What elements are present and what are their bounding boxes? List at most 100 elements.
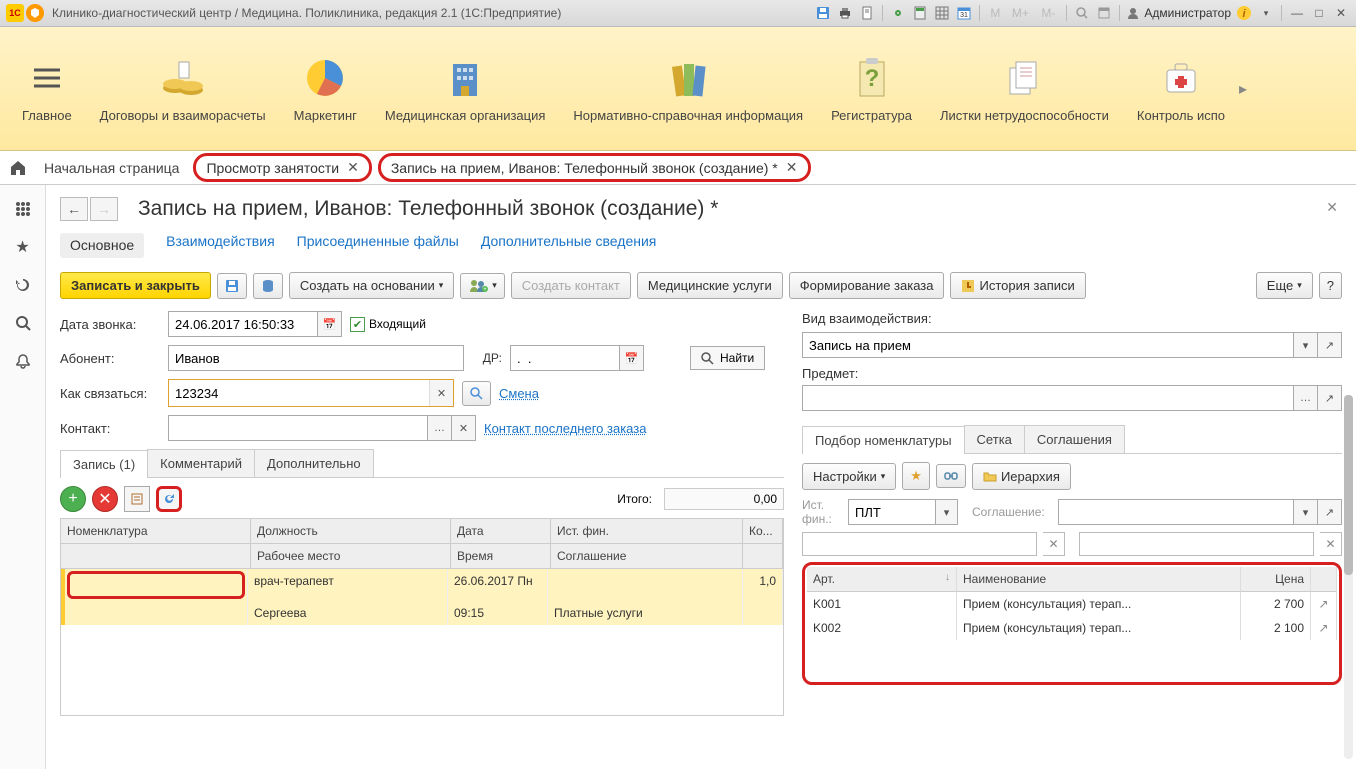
nom-row[interactable]: K002 Прием (консультация) терап... 2 100… <box>807 616 1337 640</box>
open-icon[interactable]: ↗ <box>1318 385 1342 411</box>
link-icon[interactable] <box>889 4 907 22</box>
hdr-price[interactable]: Цена <box>1241 567 1311 592</box>
save-close-button[interactable]: Записать и закрыть <box>60 272 211 299</box>
subject-input[interactable] <box>802 385 1294 411</box>
clear-icon[interactable]: ✕ <box>1320 532 1342 556</box>
open-icon[interactable]: ↗ <box>1318 332 1342 358</box>
settings-button[interactable]: Настройки▾ <box>802 463 896 490</box>
create-based-button[interactable]: Создать на основании▾ <box>289 272 454 299</box>
lastorder-link[interactable]: Контакт последнего заказа <box>484 421 646 436</box>
tab-nomenclature[interactable]: Подбор номенклатуры <box>802 426 965 454</box>
memory-m-icon[interactable]: M <box>986 4 1004 22</box>
filter-name-input[interactable] <box>1079 532 1314 556</box>
calendar-picker-icon[interactable]: 📅 <box>318 311 342 337</box>
hdr-fin[interactable]: Ист. фин. <box>551 519 743 544</box>
people-button[interactable]: +▾ <box>460 273 505 299</box>
tab-close-icon[interactable]: ✕ <box>786 159 798 176</box>
clear-icon[interactable]: ✕ <box>1043 532 1065 556</box>
add-row-button[interactable]: + <box>60 486 86 512</box>
hierarchy-button[interactable]: Иерархия <box>972 463 1071 490</box>
hdr-qty[interactable]: Ко... <box>743 519 783 544</box>
apps-icon[interactable] <box>13 199 33 219</box>
info-icon[interactable]: i <box>1235 4 1253 22</box>
hdr-post[interactable]: Должность <box>251 519 451 544</box>
open-icon[interactable]: ↗ <box>1318 499 1342 525</box>
nav-forward-button[interactable]: → <box>90 197 118 221</box>
tab-comment[interactable]: Комментарий <box>147 449 255 477</box>
dropdown-icon[interactable]: ▾ <box>1294 499 1318 525</box>
table-row[interactable]: Сергеева 09:15 Платные услуги <box>61 601 783 625</box>
form-order-button[interactable]: Формирование заказа <box>789 272 945 299</box>
contact-input[interactable] <box>168 415 428 441</box>
star-icon[interactable]: ★ <box>13 237 33 257</box>
delete-row-button[interactable]: ✕ <box>92 486 118 512</box>
window-icon[interactable] <box>1095 4 1113 22</box>
info-caret-icon[interactable]: ▾ <box>1257 4 1275 22</box>
ribbon-more-icon[interactable]: ▸ <box>1239 79 1247 99</box>
howcontact-input[interactable] <box>169 380 429 406</box>
hdr-date[interactable]: Дата <box>451 519 551 544</box>
hdr-time[interactable]: Время <box>451 544 551 569</box>
tab-additional[interactable]: Дополнительно <box>254 449 374 477</box>
ribbon-registry[interactable]: ? Регистратура <box>817 54 926 123</box>
open-icon[interactable]: ↗ <box>1311 616 1337 640</box>
shift-link[interactable]: Смена <box>499 386 539 401</box>
clear-icon[interactable]: ✕ <box>429 380 453 406</box>
save-button[interactable] <box>217 273 247 299</box>
bell-icon[interactable] <box>13 351 33 371</box>
dropdown-icon[interactable]: ▾ <box>1294 332 1318 358</box>
db-button[interactable] <box>253 273 283 299</box>
hdr-art[interactable]: Арт.↓ <box>807 567 957 592</box>
fav-button[interactable]: ★ <box>902 462 930 490</box>
minimize-icon[interactable]: — <box>1288 4 1306 22</box>
more-icon[interactable]: … <box>428 415 452 441</box>
more-button[interactable]: Еще▾ <box>1256 272 1313 299</box>
link2-button[interactable] <box>936 464 966 488</box>
subnav-extra[interactable]: Дополнительные сведения <box>481 233 657 258</box>
kind-input[interactable] <box>802 332 1294 358</box>
close-page-icon[interactable]: ✕ <box>1326 199 1338 216</box>
nav-back-button[interactable]: ← <box>60 197 88 221</box>
dropdown-icon[interactable]: ▾ <box>936 499 958 525</box>
maximize-icon[interactable]: □ <box>1310 4 1328 22</box>
hdr-agreement[interactable]: Соглашение <box>551 544 743 569</box>
tab-close-icon[interactable]: ✕ <box>347 159 359 176</box>
ribbon-main[interactable]: Главное <box>8 54 86 123</box>
agreement-input[interactable] <box>1058 499 1294 525</box>
help-button[interactable]: ? <box>1319 272 1342 299</box>
table-row[interactable]: врач-терапевт 26.06.2017 Пн 1,0 <box>61 569 783 601</box>
memory-mminus-icon[interactable]: M- <box>1036 4 1060 22</box>
clear-icon[interactable]: ✕ <box>452 415 476 441</box>
subnav-interactions[interactable]: Взаимодействия <box>166 233 275 258</box>
tab-record[interactable]: Запись (1) <box>60 450 148 478</box>
ribbon-marketing[interactable]: Маркетинг <box>280 54 371 123</box>
find-button[interactable]: Найти <box>690 346 765 370</box>
calendar-picker-icon[interactable]: 📅 <box>620 345 644 371</box>
incoming-checkbox[interactable]: ✔ Входящий <box>350 317 426 332</box>
hdr-name[interactable]: Наименование <box>957 567 1241 592</box>
hdr-workplace[interactable]: Рабочее место <box>251 544 451 569</box>
subnav-files[interactable]: Присоединенные файлы <box>297 233 459 258</box>
tab-appointment[interactable]: Запись на прием, Иванов: Телефонный звон… <box>378 153 811 182</box>
more-icon[interactable]: … <box>1294 385 1318 411</box>
ribbon-reference[interactable]: Нормативно-справочная информация <box>559 54 817 123</box>
dr-input[interactable] <box>510 345 620 371</box>
zoom-icon[interactable] <box>1073 4 1091 22</box>
source-fin-input[interactable] <box>848 499 936 525</box>
search-shift-button[interactable] <box>462 381 491 406</box>
save-icon[interactable] <box>814 4 832 22</box>
breadcrumb-home[interactable]: Начальная страница <box>36 156 187 180</box>
grid-icon[interactable] <box>933 4 951 22</box>
tab-grid[interactable]: Сетка <box>964 425 1025 453</box>
ribbon-sickleave[interactable]: Листки нетрудоспособности <box>926 54 1123 123</box>
home-icon[interactable] <box>6 156 30 180</box>
history-icon[interactable] <box>13 275 33 295</box>
ribbon-medorg[interactable]: Медицинская организация <box>371 54 560 123</box>
hdr-nomenclature[interactable]: Номенклатура <box>61 519 251 544</box>
abonent-input[interactable] <box>168 345 464 371</box>
memory-mplus-icon[interactable]: M+ <box>1008 4 1032 22</box>
user-label[interactable]: Администратор <box>1126 6 1231 20</box>
create-contact-button[interactable]: Создать контакт <box>511 272 631 299</box>
refresh-button[interactable] <box>156 486 182 512</box>
calc-icon[interactable] <box>911 4 929 22</box>
